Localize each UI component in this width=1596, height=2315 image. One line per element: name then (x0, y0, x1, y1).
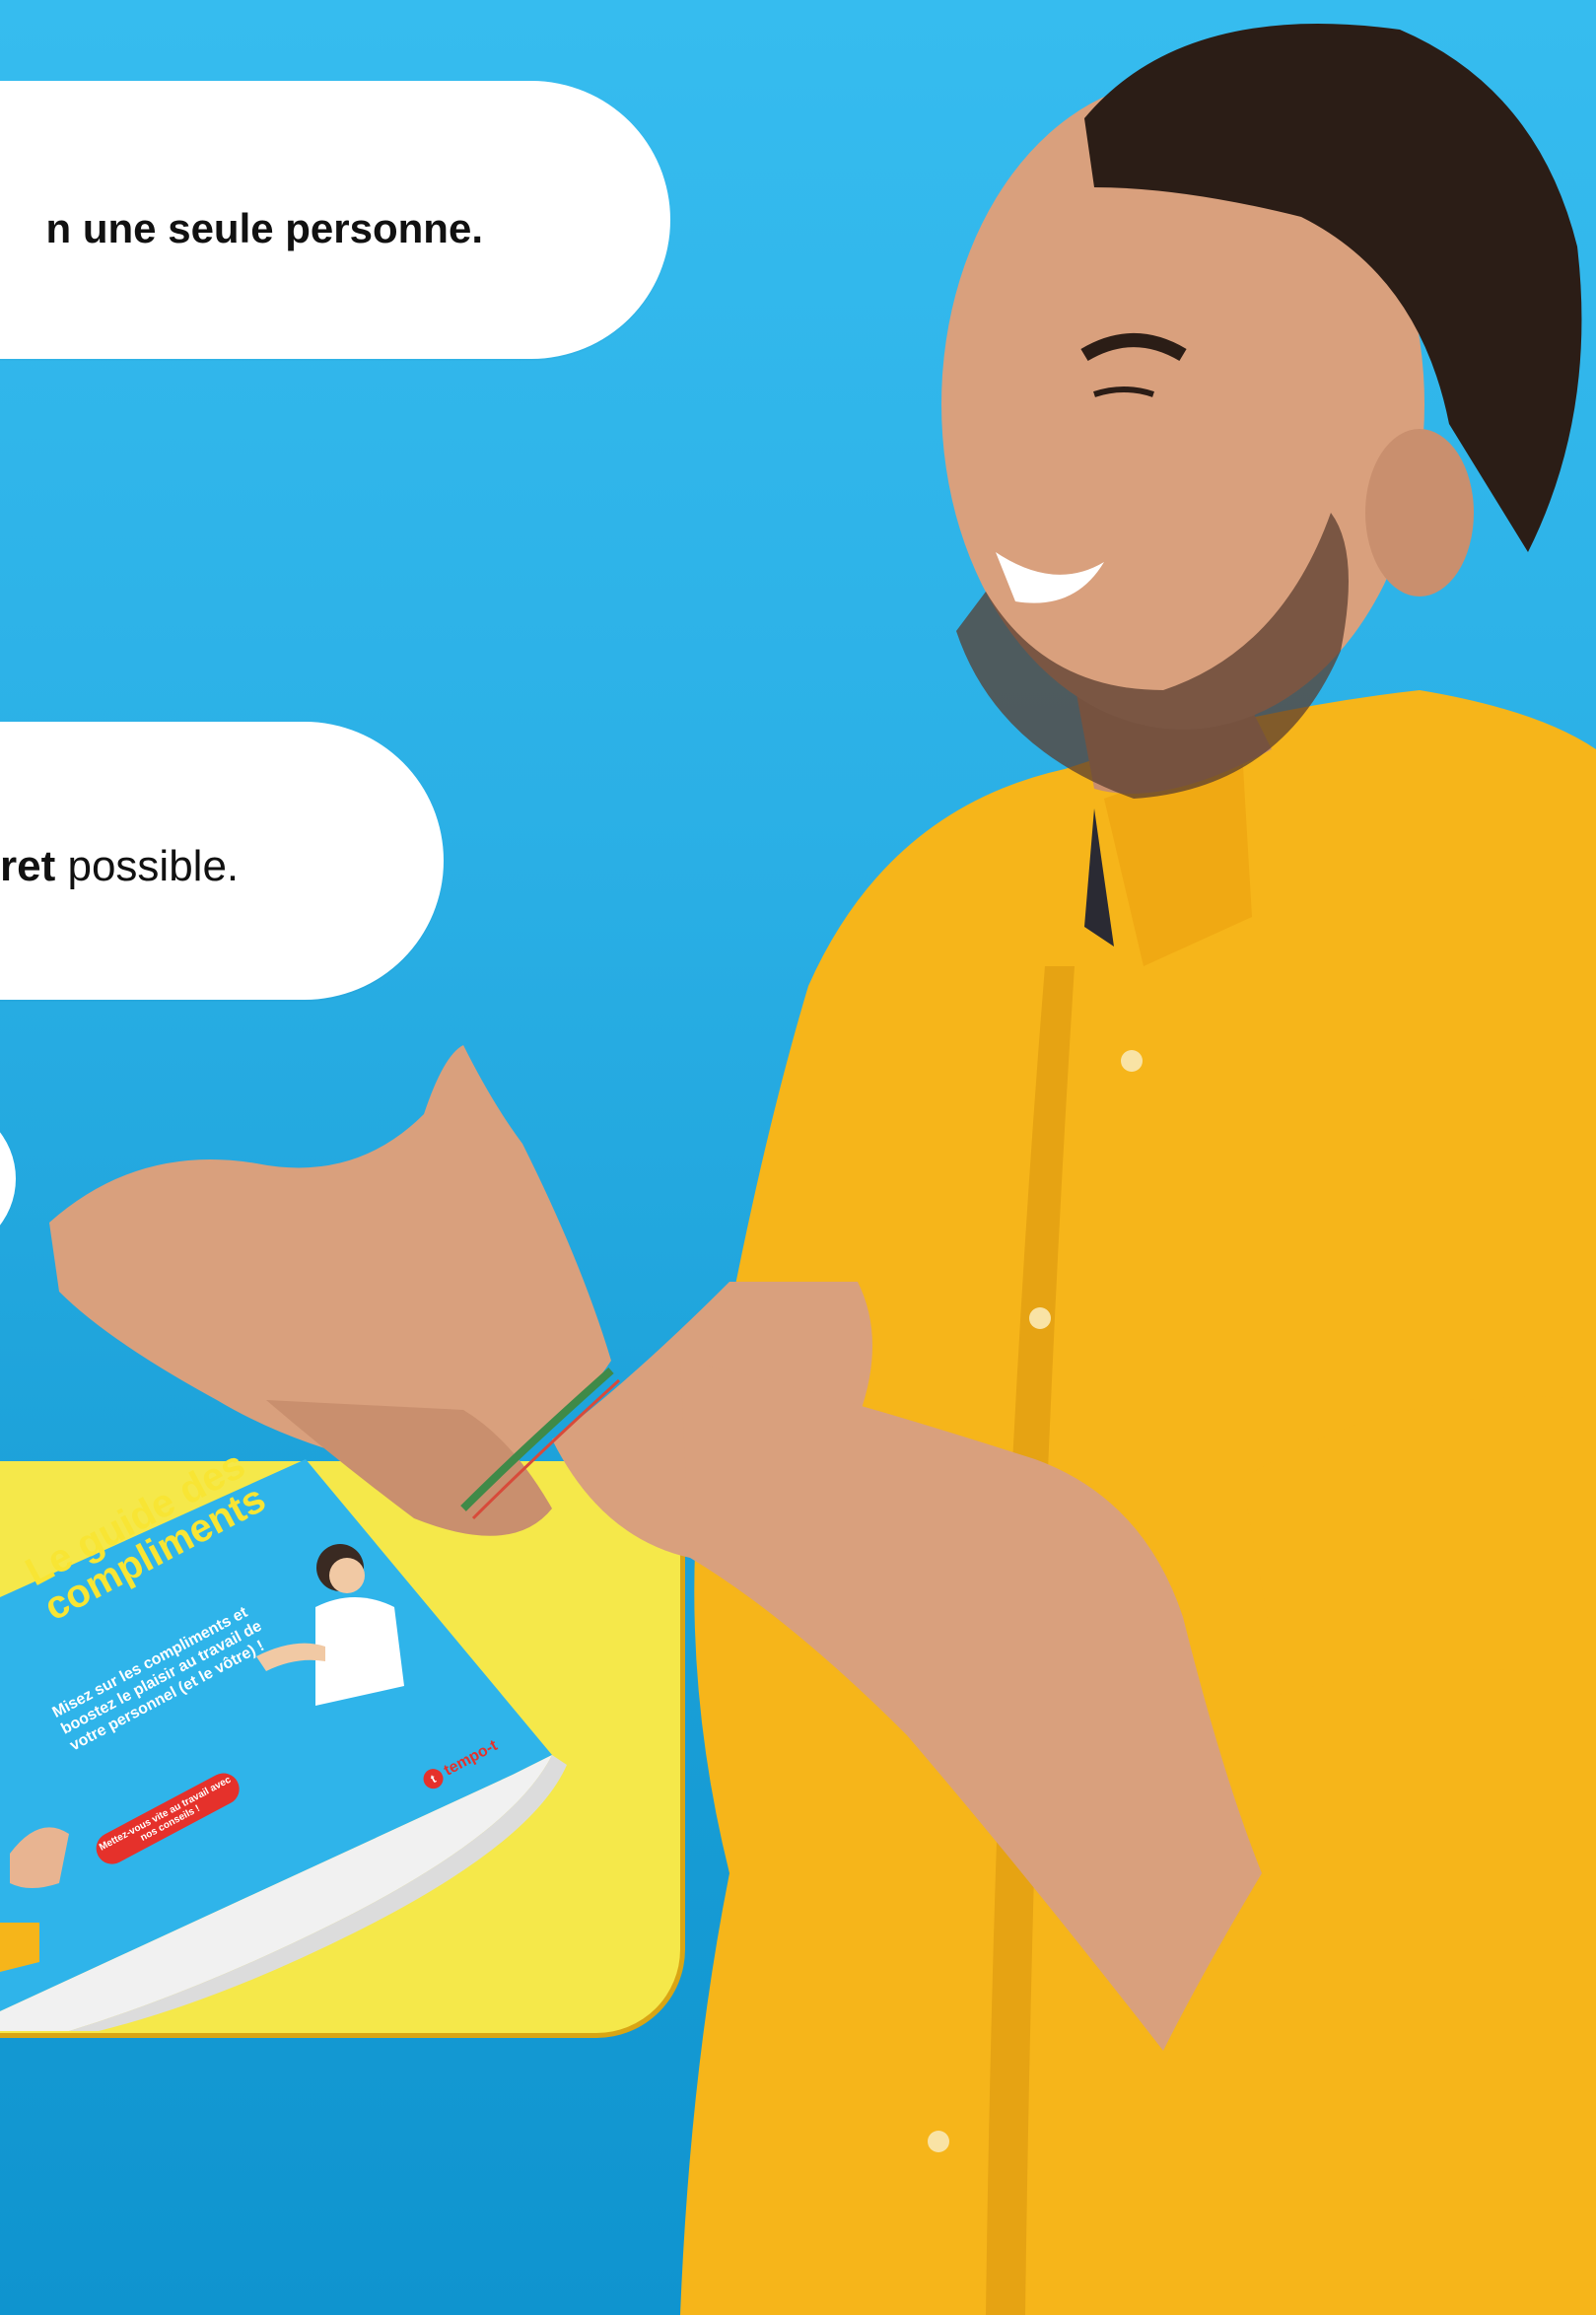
smiling-man-photo (49, 24, 1596, 2315)
shirt-button-1 (1121, 1050, 1143, 1072)
hero-canvas: n une seule personne. ret possible. Le g… (0, 0, 1596, 2315)
shirt-button-2 (1029, 1307, 1051, 1329)
shirt-button-4 (928, 2131, 949, 2152)
